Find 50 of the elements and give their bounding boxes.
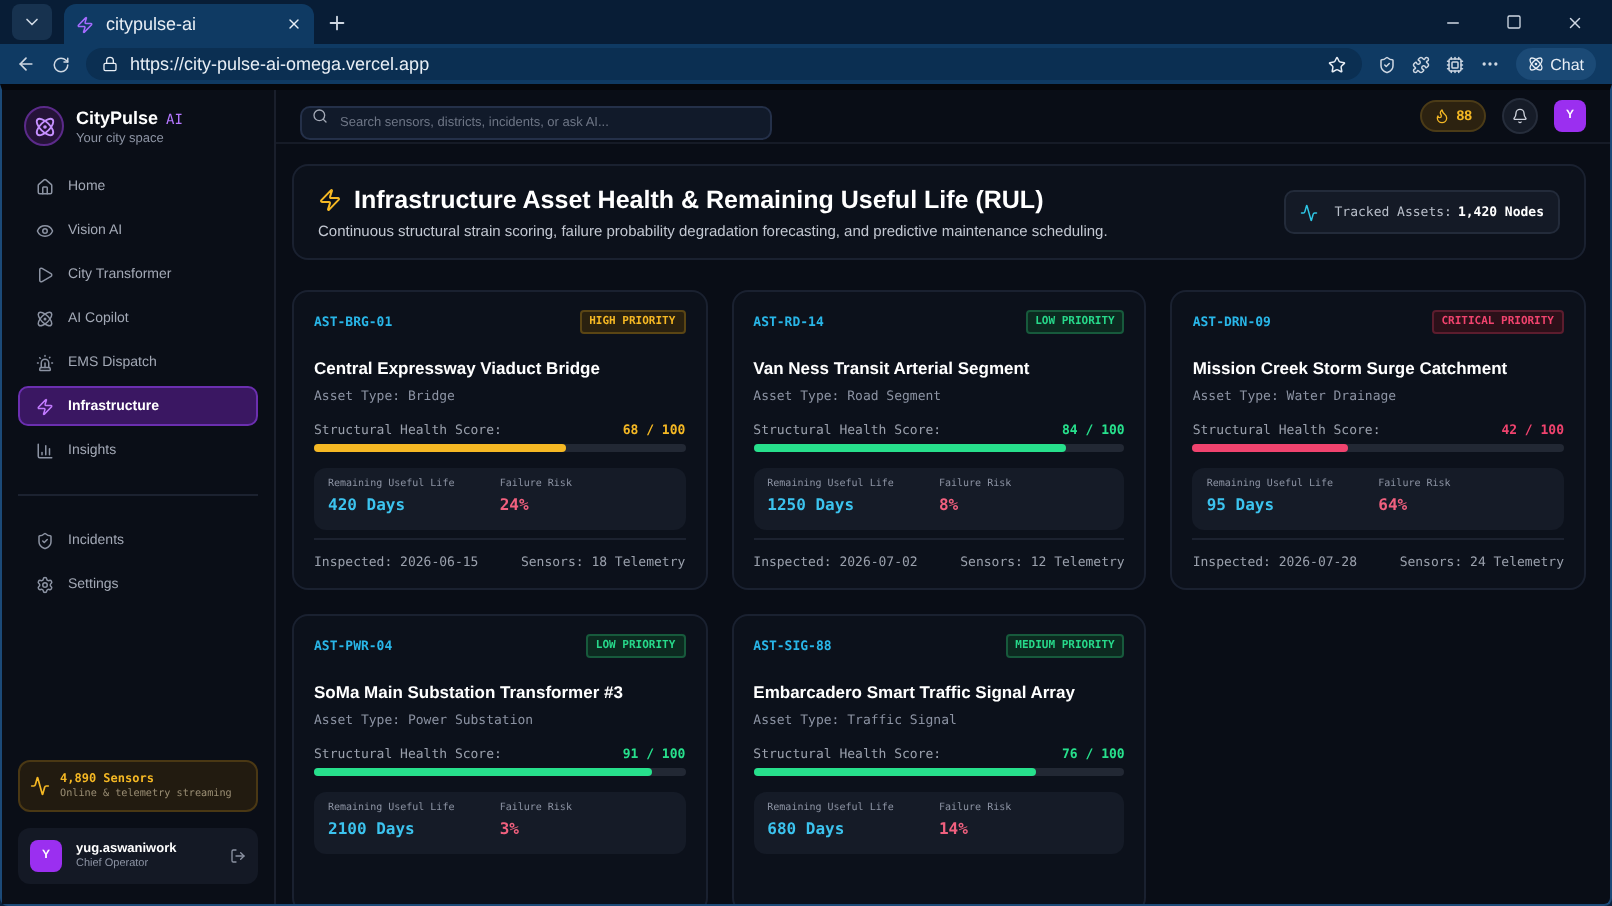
eye-icon xyxy=(36,221,54,239)
chat-button[interactable]: Chat xyxy=(1516,48,1596,80)
home-icon xyxy=(36,177,54,195)
stat-value: 2100 Days xyxy=(328,820,417,838)
stat-value: 24% xyxy=(499,496,531,514)
stat-value: 8% xyxy=(938,496,961,514)
brand-name: CityPulse xyxy=(76,107,159,127)
stat-value: 680 Days xyxy=(767,820,847,838)
activity-icon xyxy=(30,776,50,796)
close-icon[interactable] xyxy=(286,16,302,32)
lightning-icon xyxy=(318,187,342,211)
lightning-icon xyxy=(36,397,54,415)
back-icon[interactable] xyxy=(16,54,36,74)
flame-icon xyxy=(1434,108,1451,124)
stat-value: 95 Days xyxy=(1206,496,1277,514)
close-icon[interactable] xyxy=(1566,13,1584,31)
browser-tab[interactable]: citypulse-ai xyxy=(64,4,314,44)
bell-icon xyxy=(1512,108,1528,124)
puzzle-icon[interactable] xyxy=(1412,55,1431,73)
asset-name: SoMa Main Substation Transformer #3 xyxy=(314,682,625,702)
notifications-button[interactable] xyxy=(1502,98,1538,134)
maximize-icon[interactable] xyxy=(1506,13,1522,29)
stat-value: 3% xyxy=(499,820,521,838)
siren-icon xyxy=(36,353,54,371)
pulse-icon xyxy=(1300,203,1319,221)
search-icon xyxy=(312,108,328,124)
shield-icon xyxy=(36,531,54,549)
asset-name: Embarcadero Smart Traffic Signal Array xyxy=(753,682,1077,702)
address-bar[interactable]: https://city-pulse-ai-omega.vercel.app xyxy=(86,48,1363,80)
logo-icon xyxy=(24,106,64,146)
stat-value: 1250 Days xyxy=(767,496,857,514)
lightning-icon xyxy=(76,15,94,33)
stat-value: 420 Days xyxy=(328,496,408,514)
bar-chart-icon xyxy=(36,441,54,459)
reload-icon[interactable] xyxy=(52,55,70,73)
page-title: Infrastructure Asset Health & Remaining Useful Life (RUL) xyxy=(354,185,1044,213)
atom-icon xyxy=(1528,56,1545,72)
lock-icon xyxy=(102,56,118,72)
settings-icon xyxy=(36,575,54,593)
logout-icon[interactable] xyxy=(230,848,246,864)
asset-name: Central Expressway Viaduct Bridge xyxy=(314,358,602,378)
new-tab-icon[interactable] xyxy=(326,11,348,33)
star-icon[interactable] xyxy=(1328,55,1347,73)
play-icon xyxy=(36,265,54,283)
stat-value: 64% xyxy=(1378,496,1410,514)
stat-value: 14% xyxy=(938,820,970,838)
asset-name: Mission Creek Storm Surge Catchment xyxy=(1192,358,1510,378)
shield-icon[interactable] xyxy=(1378,55,1397,73)
asset-name: Van Ness Transit Arterial Segment xyxy=(753,358,1032,378)
atom-icon xyxy=(36,309,54,327)
